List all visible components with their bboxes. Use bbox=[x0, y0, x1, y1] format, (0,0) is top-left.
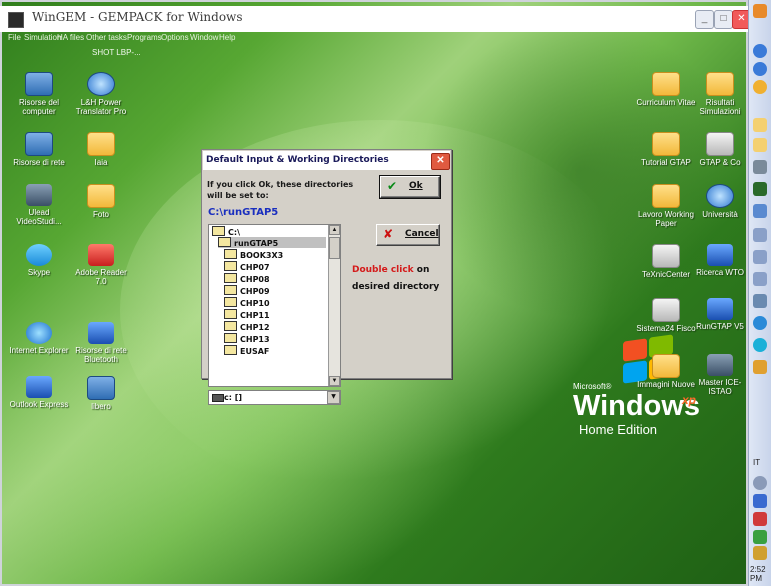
menu-help[interactable]: Help bbox=[219, 33, 235, 42]
dialog-close-button[interactable]: ✕ bbox=[431, 153, 450, 170]
quicklaunch-icon[interactable] bbox=[753, 316, 767, 330]
folder-icon bbox=[224, 273, 237, 283]
quicklaunch-icon[interactable] bbox=[753, 228, 767, 242]
directory-item[interactable]: C:\ bbox=[212, 226, 240, 237]
menu-file[interactable]: File bbox=[8, 33, 21, 42]
quick-launch-bar: IT 2:52 PM bbox=[748, 0, 771, 586]
directory-item[interactable]: CHP09 bbox=[224, 285, 270, 296]
folder-icon bbox=[224, 285, 237, 295]
directory-scrollbar[interactable]: ▲ ▼ bbox=[328, 225, 340, 386]
chevron-icon[interactable] bbox=[753, 476, 767, 490]
ie-icon[interactable] bbox=[753, 44, 767, 58]
directory-item[interactable]: EUSAF bbox=[224, 345, 269, 356]
directory-item[interactable]: CHP08 bbox=[224, 273, 270, 284]
folder-icon bbox=[224, 297, 237, 307]
app-icon bbox=[8, 12, 24, 28]
quicklaunch-icon[interactable] bbox=[753, 294, 767, 308]
open-folder-icon bbox=[218, 237, 231, 247]
quicklaunch-icon[interactable] bbox=[753, 80, 767, 94]
subwindow-label[interactable]: SHOT LBP-... bbox=[92, 48, 141, 57]
menu-window[interactable]: Window bbox=[190, 33, 218, 42]
open-folder-icon bbox=[212, 226, 225, 236]
folder-icon bbox=[224, 261, 237, 271]
quicklaunch-icon[interactable] bbox=[753, 160, 767, 174]
menu-options[interactable]: Options bbox=[161, 33, 189, 42]
maximize-button[interactable]: □ bbox=[714, 10, 733, 29]
menubar: File Simulation HA files Other tasks Pro… bbox=[0, 32, 748, 46]
window-titlebar[interactable]: WinGEM - GEMPACK for Windows _ □ ✕ bbox=[0, 6, 751, 32]
quicklaunch-icon[interactable] bbox=[753, 272, 767, 286]
scroll-up-arrow-icon[interactable]: ▲ bbox=[329, 225, 340, 235]
menu-simulation[interactable]: Simulation bbox=[24, 33, 61, 42]
folder-icon bbox=[224, 249, 237, 259]
folder-icon bbox=[224, 345, 237, 355]
browser-icon[interactable] bbox=[753, 62, 767, 76]
folder-icon[interactable] bbox=[753, 138, 767, 152]
directory-item[interactable]: CHP12 bbox=[224, 321, 270, 332]
folder-icon bbox=[224, 321, 237, 331]
quicklaunch-icon[interactable] bbox=[753, 204, 767, 218]
directories-dialog: Default Input & Working Directories ✕ If… bbox=[201, 149, 452, 405]
quicklaunch-icon[interactable] bbox=[753, 250, 767, 264]
selected-path: C:\runGTAP5 bbox=[208, 207, 279, 218]
folder-icon[interactable] bbox=[753, 118, 767, 132]
minimize-button[interactable]: _ bbox=[695, 10, 714, 29]
check-icon: ✔ bbox=[387, 179, 398, 193]
directory-item[interactable]: CHP13 bbox=[224, 333, 270, 344]
drive-icon bbox=[212, 394, 224, 402]
menu-ha-files[interactable]: HA files bbox=[57, 33, 84, 42]
directory-item[interactable]: BOOK3X3 bbox=[224, 249, 283, 260]
directory-item[interactable]: CHP07 bbox=[224, 261, 270, 272]
quicklaunch-icon[interactable] bbox=[753, 338, 767, 352]
directory-item-selected[interactable]: runGTAP5 bbox=[218, 237, 326, 248]
tray-icon[interactable] bbox=[753, 512, 767, 526]
chevron-down-icon[interactable]: ▼ bbox=[327, 391, 340, 404]
drive-select[interactable]: c: [] ▼ bbox=[208, 390, 341, 405]
directory-item[interactable]: CHP10 bbox=[224, 297, 270, 308]
language-indicator[interactable]: IT bbox=[753, 458, 760, 467]
x-icon: ✘ bbox=[383, 227, 394, 241]
cancel-button[interactable]: ✘ Cancel bbox=[376, 224, 440, 246]
quicklaunch-icon[interactable] bbox=[753, 360, 767, 374]
wingem-taskbar-icon[interactable] bbox=[753, 182, 767, 196]
dialog-title: Default Input & Working Directories bbox=[206, 155, 389, 165]
ok-button[interactable]: ✔ Ok bbox=[379, 175, 441, 199]
hint-text: Double click on desired directory bbox=[352, 265, 440, 292]
dialog-message: If you click Ok, these directories will … bbox=[207, 180, 354, 200]
directory-item[interactable]: CHP11 bbox=[224, 309, 270, 320]
tray-icon[interactable] bbox=[753, 530, 767, 544]
folder-icon bbox=[224, 333, 237, 343]
clock: 2:52 PM bbox=[750, 565, 766, 583]
quicklaunch-icon[interactable] bbox=[753, 4, 767, 18]
tray-icon[interactable] bbox=[753, 494, 767, 508]
scroll-thumb[interactable] bbox=[329, 237, 340, 259]
menu-other-tasks[interactable]: Other tasks bbox=[86, 33, 127, 42]
tray-icon[interactable] bbox=[753, 546, 767, 560]
window-title: WinGEM - GEMPACK for Windows bbox=[32, 10, 243, 24]
dialog-titlebar[interactable]: Default Input & Working Directories ✕ bbox=[203, 151, 450, 170]
scroll-down-arrow-icon[interactable]: ▼ bbox=[329, 376, 340, 386]
menu-programs[interactable]: Programs bbox=[127, 33, 162, 42]
desktop: Microsoft® Windows xp Home Edition Risor… bbox=[0, 0, 771, 586]
directory-list[interactable]: C:\ runGTAP5 BOOK3X3 CHP07 CHP08 CHP09 C… bbox=[208, 224, 341, 387]
folder-icon bbox=[224, 309, 237, 319]
